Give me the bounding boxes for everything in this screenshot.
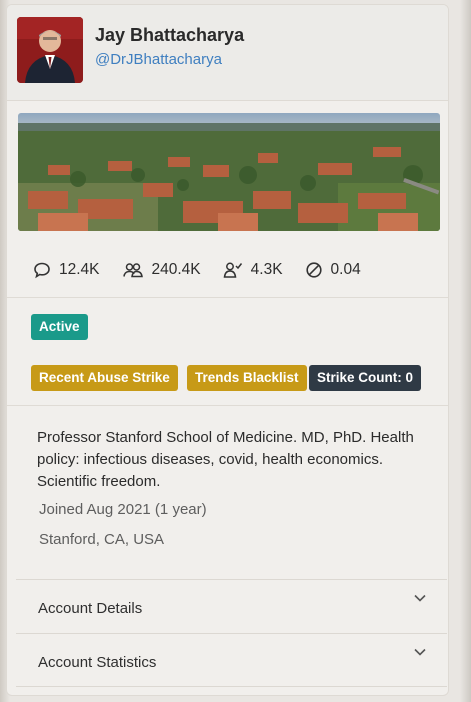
trends-blacklist-badge: Trends Blacklist [187,365,307,391]
account-details-toggle[interactable]: Account Details [16,579,447,633]
profile-header: Jay Bhattacharya @DrJBhattacharya [7,5,448,101]
speech-bubble-icon [34,262,50,279]
profile-card: Jay Bhattacharya @DrJBhattacharya 12.4K … [6,4,449,696]
circle-slash-icon [305,262,322,278]
profile-name: Jay Bhattacharya [95,25,245,45]
tweets-count: 12.4K [59,261,100,278]
abuse-strike-badge: Recent Abuse Strike [31,365,178,391]
user-check-icon [223,262,242,278]
ratio-value: 0.04 [330,261,361,278]
banner-image [18,113,440,231]
following-count: 4.3K [250,261,283,278]
followers-count: 240.4K [151,261,201,278]
avatar[interactable] [17,17,83,83]
stats-row: 12.4K 240.4K 4.3K 0.04 [33,258,383,282]
chevron-down-icon [414,594,426,602]
profile-bio: Professor Stanford School of Medicine. M… [37,429,414,490]
location: Stanford, CA, USA [39,531,165,548]
profile-handle[interactable]: @DrJBhattacharya [95,51,222,68]
status-badge: Active [31,314,88,340]
divider [7,297,448,298]
stat-ratio: 0.04 [305,261,361,279]
chevron-down-icon [414,648,426,656]
account-statistics-toggle[interactable]: Account Statistics [16,633,447,687]
stat-following: 4.3K [223,261,283,279]
joined-date: Joined Aug 2021 (1 year) [39,501,207,518]
account-statistics-label: Account Statistics [38,654,157,671]
account-details-label: Account Details [38,600,143,617]
strike-count-badge: Strike Count: 0 [309,365,422,391]
people-icon [122,263,143,278]
stat-followers: 240.4K [122,261,201,279]
stat-tweets: 12.4K [33,261,100,279]
divider [7,405,448,406]
